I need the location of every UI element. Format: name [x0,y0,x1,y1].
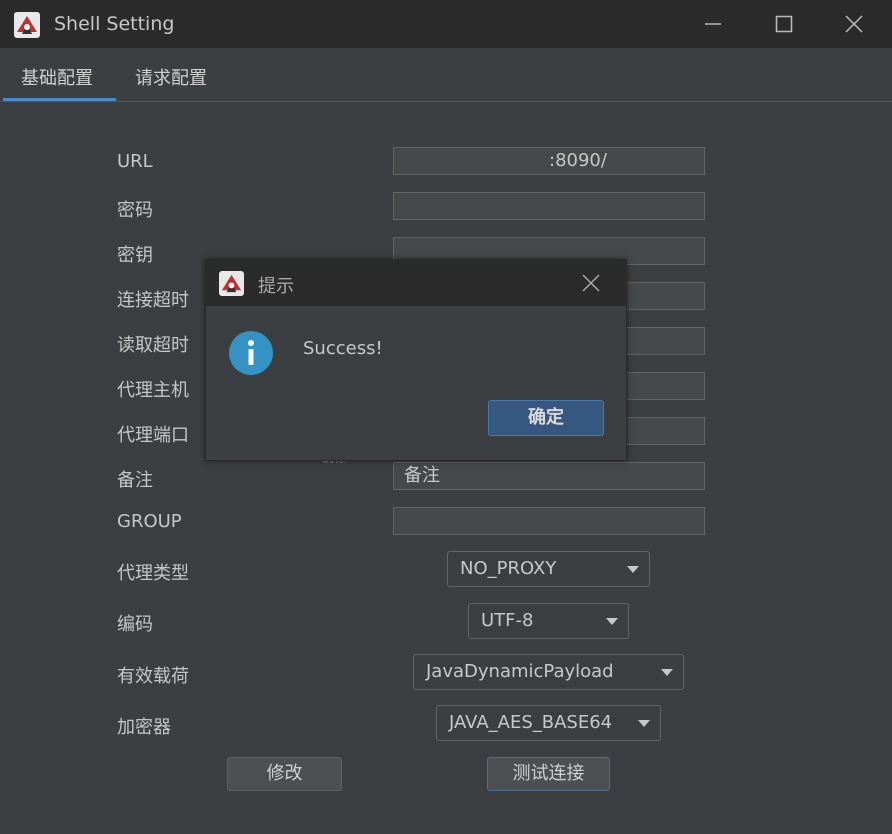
url-input[interactable]: :8090/ [393,147,705,175]
dialog-title: 提示 [258,276,294,297]
chevron-down-icon [606,618,618,625]
dialog-close-icon[interactable] [582,274,600,292]
modify-button[interactable]: 修改 [227,757,342,791]
url-value: :8090/ [549,150,607,171]
proxy-type-value: NO_PROXY [460,558,557,579]
confirm-button[interactable]: 确定 [488,400,604,436]
tab-basic-config[interactable]: 基础配置 [21,64,93,90]
window-title: Shell Setting [54,13,175,35]
payload-label: 有效载荷 [117,666,189,687]
tab-divider [0,101,892,102]
cryption-label: 加密器 [117,717,171,738]
dialog-titlebar: 提示 [206,260,626,306]
dialog-app-icon [219,271,244,296]
password-input[interactable] [393,192,705,220]
chevron-down-icon [638,720,650,727]
encoding-select[interactable]: UTF-8 [468,603,629,639]
window-titlebar: Shell Setting [0,0,892,48]
remark-input[interactable]: 备注 [393,462,705,490]
read-timeout-label: 读取超时 [117,335,189,356]
payload-select[interactable]: JavaDynamicPayload [413,654,684,690]
dialog-message: Success! [303,338,383,359]
proxy-type-label: 代理类型 [117,563,189,584]
cryption-value: JAVA_AES_BASE64 [449,712,613,733]
proxy-type-select[interactable]: NO_PROXY [447,551,650,587]
minimize-icon[interactable] [703,14,723,34]
proxy-host-label: 代理主机 [117,380,189,401]
remark-label: 备注 [117,470,153,491]
tab-request-config[interactable]: 请求配置 [135,64,207,90]
group-label: GROUP [117,511,182,532]
close-icon[interactable] [844,14,864,34]
connect-timeout-label: 连接超时 [117,290,189,311]
maximize-icon[interactable] [774,14,794,34]
app-icon [14,12,40,38]
group-input[interactable] [393,507,705,535]
info-icon [228,330,274,376]
url-label: URL [117,151,153,172]
cryption-select[interactable]: JAVA_AES_BASE64 [436,705,661,741]
payload-value: JavaDynamicPayload [426,661,614,682]
secret-key-label: 密钥 [117,245,153,266]
test-connection-button[interactable]: 测试连接 [487,757,610,791]
encoding-label: 编码 [117,614,153,635]
message-dialog: 提示 Success! 确定 [205,259,627,461]
proxy-port-label: 代理端口 [117,425,189,446]
password-label: 密码 [117,200,153,221]
chevron-down-icon [661,669,673,676]
tab-bar: 基础配置 请求配置 [0,48,892,102]
chevron-down-icon [627,566,639,573]
encoding-value: UTF-8 [481,610,534,631]
